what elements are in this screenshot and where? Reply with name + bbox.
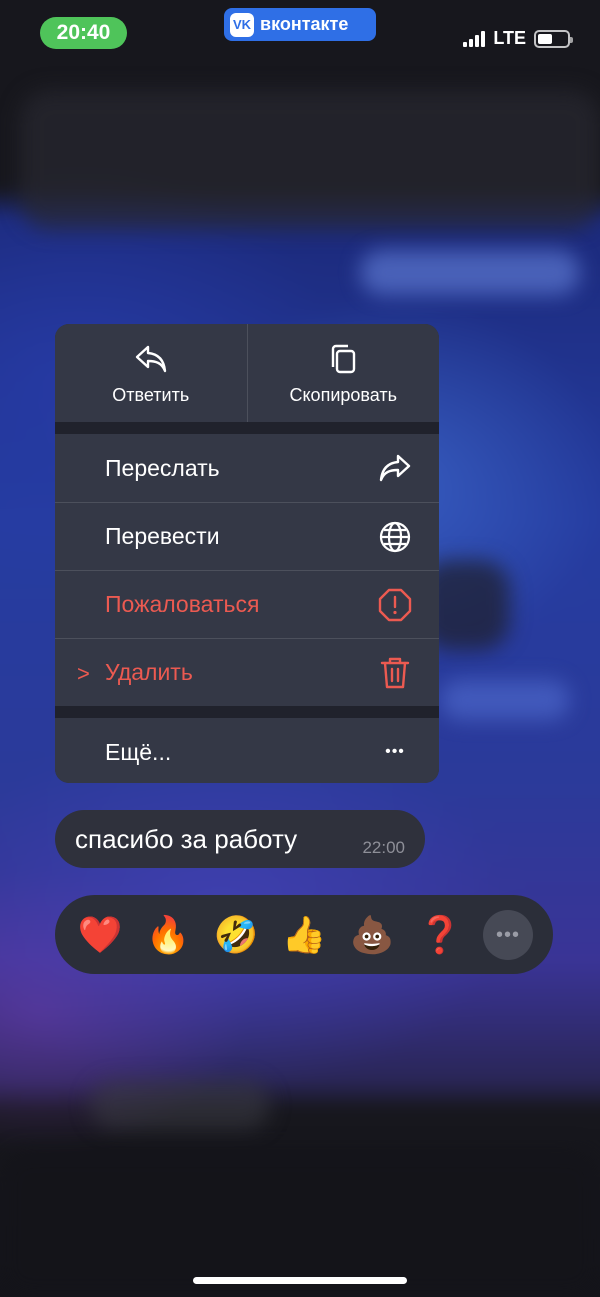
more-label: Ещё... [105, 738, 172, 765]
reaction-thumbs-up[interactable]: 👍 [282, 913, 327, 957]
home-indicator[interactable] [193, 1277, 407, 1284]
trash-icon [377, 655, 413, 691]
reaction-question[interactable]: ❓ [418, 913, 463, 957]
forward-label: Переслать [105, 454, 220, 481]
forward-menu-item[interactable]: Переслать [55, 434, 439, 502]
chevron-right-icon: > [77, 661, 90, 686]
signal-icon [463, 30, 486, 47]
copy-button[interactable]: Скопировать [246, 324, 440, 422]
copy-icon [325, 341, 361, 377]
reaction-heart[interactable]: ❤️ [78, 913, 123, 957]
more-reactions-button[interactable]: ••• [483, 910, 533, 960]
translate-menu-item[interactable]: Перевести [55, 502, 439, 570]
vk-logo-icon: VK [230, 12, 254, 37]
status-time: 20:40 [40, 17, 127, 49]
reaction-fire[interactable]: 🔥 [146, 913, 191, 957]
copy-label: Скопировать [289, 384, 397, 405]
reaction-poop[interactable]: 💩 [350, 913, 395, 957]
battery-icon [534, 29, 573, 48]
vk-app-badge[interactable]: VK вконтакте [224, 8, 376, 41]
menu-top-actions: Ответить Скопировать [55, 324, 439, 422]
translate-label: Перевести [105, 523, 220, 549]
reply-icon [133, 341, 169, 377]
network-label: LTE [493, 28, 526, 48]
reply-label: Ответить [112, 384, 190, 405]
more-menu-item[interactable]: Ещё... ••• [55, 718, 439, 783]
delete-label: Удалить [105, 659, 193, 685]
report-icon [377, 587, 413, 623]
report-label: Пожаловаться [105, 591, 260, 617]
delete-menu-item[interactable]: > Удалить [55, 638, 439, 706]
message-context-menu: Ответить Скопировать Переслать Перевести [55, 324, 439, 783]
globe-icon [377, 519, 413, 555]
forward-icon [377, 450, 413, 486]
vk-app-name: вконтакте [260, 14, 349, 34]
reply-button[interactable]: Ответить [55, 324, 247, 422]
status-indicators: LTE [463, 28, 573, 49]
message-time: 22:00 [362, 838, 405, 857]
message-text: спасибо за работу [75, 823, 298, 854]
reaction-laughing-tears[interactable]: 🤣 [214, 913, 259, 957]
ellipsis-icon: ••• [385, 743, 405, 760]
message-bubble[interactable]: спасибо за работу 22:00 [55, 810, 425, 868]
report-menu-item[interactable]: Пожаловаться [55, 570, 439, 638]
reactions-bar: ❤️ 🔥 🤣 👍 💩 ❓ ••• [55, 895, 553, 974]
